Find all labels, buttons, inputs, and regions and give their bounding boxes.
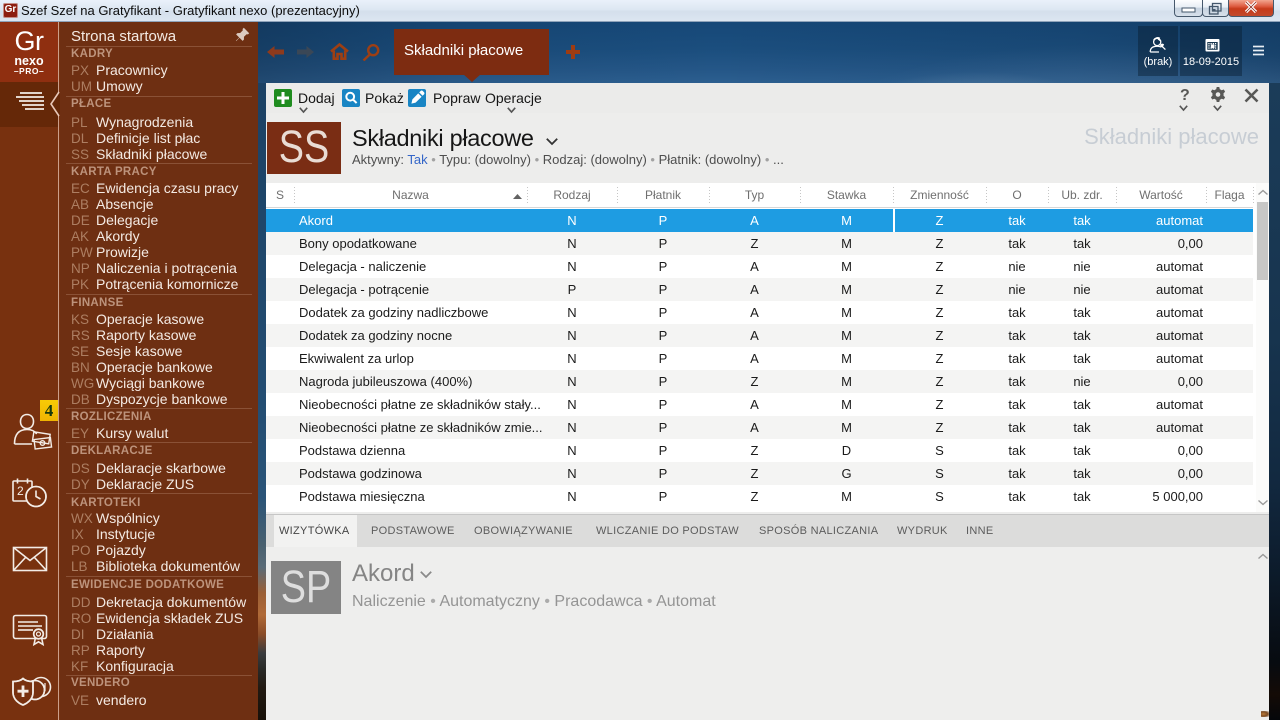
svg-text:2: 2 [17, 484, 24, 498]
